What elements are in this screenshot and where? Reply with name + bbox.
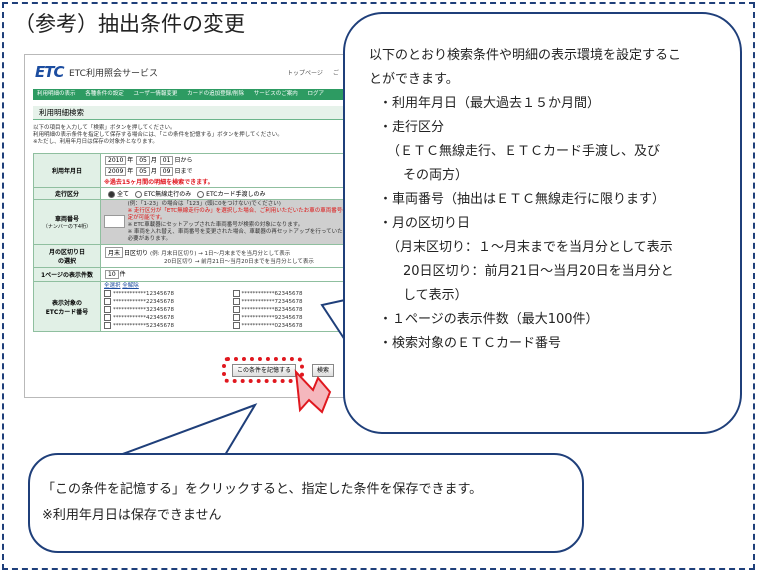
cursor-arrow-icon	[294, 369, 332, 414]
callout-bottom: 「この条件を記憶する」をクリックすると、指定した条件を保存できます。 ※利用年月…	[28, 453, 584, 553]
right-bubble-tail	[320, 299, 346, 341]
callout-right: 以下のとおり検索条件や明細の表示環境を設定するこ とができます。 ・利用年月日（…	[343, 12, 742, 434]
bottom-bubble-tail	[119, 403, 258, 456]
